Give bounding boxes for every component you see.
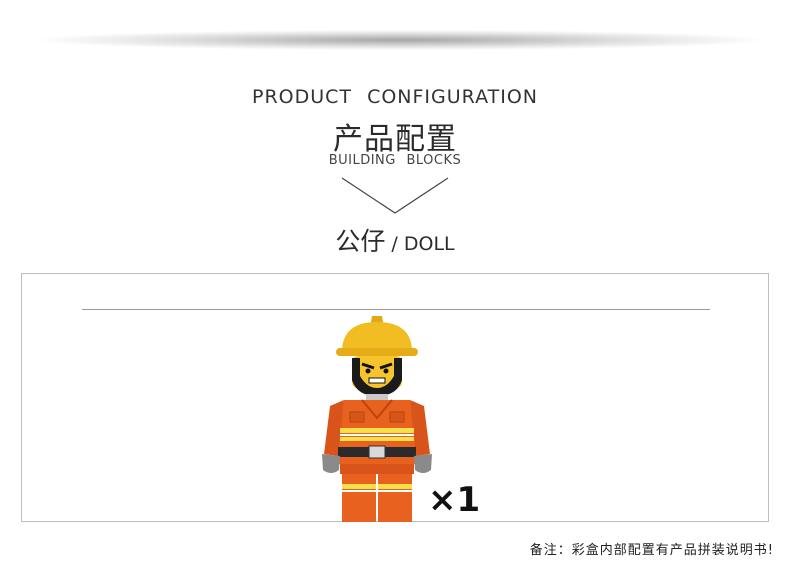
section-title-cn: 产品配置 [333,122,457,157]
section-title-en: PRODUCT CONFIGURATION [252,86,538,108]
footer-note: 备注：彩盒内部配置有产品拼装说明书! [529,543,774,558]
quantity-label: ×1 [428,480,481,520]
firefighter-minifigure-image [322,316,432,522]
chevron-down-icon [341,177,449,214]
doll-heading-cn: 公仔 [335,227,386,256]
product-panel: ×1 [21,273,769,522]
doll-heading-en: DOLL [403,233,455,255]
top-shadow-decoration [40,30,760,50]
section-subtitle-en: BUILDING BLOCKS [328,153,462,168]
panel-divider [82,309,710,310]
doll-heading: 公仔 / DOLL [0,222,790,258]
doll-heading-separator: / [385,233,404,255]
